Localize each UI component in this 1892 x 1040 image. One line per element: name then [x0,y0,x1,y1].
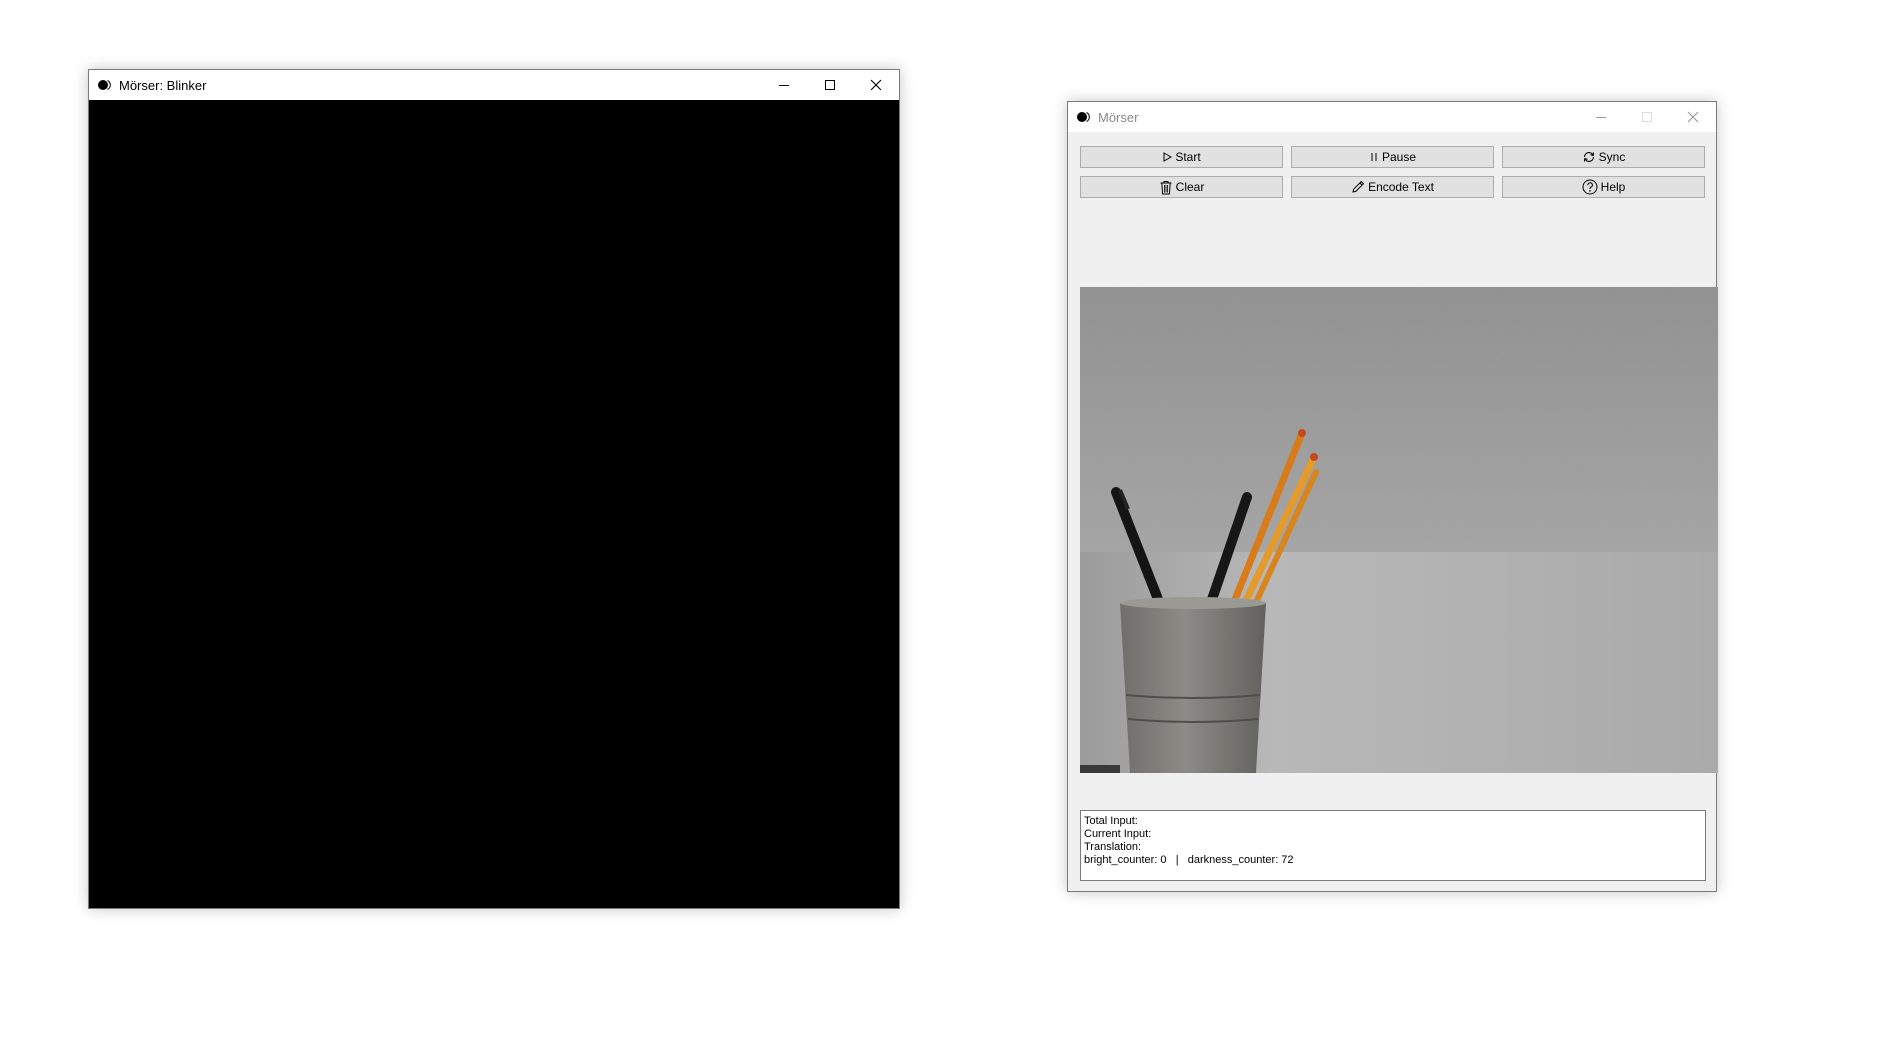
encode-text-button[interactable]: Encode Text [1291,176,1494,198]
camera-frame-image [1080,287,1718,773]
translation-label: Translation: [1084,841,1142,853]
blinker-canvas [89,100,899,908]
start-label: Start [1175,150,1201,164]
close-icon [1687,111,1699,123]
sync-label: Sync [1598,150,1626,164]
minimize-button[interactable] [761,70,807,100]
sync-icon [1583,152,1594,162]
help-label: Help [1600,180,1626,194]
camera-preview [1080,287,1718,773]
maximize-icon [825,80,835,90]
maximize-icon [1642,112,1652,122]
morser-titlebar[interactable]: Mörser [1068,102,1716,132]
blinker-titlebar[interactable]: Mörser: Blinker [89,70,899,100]
blinker-window: Mörser: Blinker [88,69,900,909]
window-title: Mörser [1098,109,1139,125]
encode-text-label: Encode Text [1368,180,1434,194]
morser-window: Mörser Start Pause Sync Clear Encode Tex… [1067,101,1718,892]
maximize-button [1624,102,1670,132]
clear-label: Clear [1175,180,1205,194]
minimize-icon [1596,117,1606,118]
window-title: Mörser: Blinker [119,77,207,93]
close-icon [870,79,882,91]
play-icon [1163,152,1173,162]
help-icon [1582,179,1598,195]
trash-icon [1160,180,1172,194]
maximize-button[interactable] [807,70,853,100]
close-button[interactable] [1670,102,1716,132]
start-button[interactable]: Start [1080,146,1283,168]
minimize-icon [779,85,789,86]
close-button[interactable] [853,70,899,100]
help-button[interactable]: Help [1502,176,1705,198]
minimize-button[interactable] [1578,102,1624,132]
status-panel: Total Input: Current Input: Translation:… [1080,810,1706,881]
app-icon [1077,112,1090,122]
total-input-label: Total Input: [1084,815,1138,827]
pause-label: Pause [1381,150,1417,164]
pause-button[interactable]: Pause [1291,146,1494,168]
app-icon [98,80,111,90]
counters-readout: bright_counter: 0 | darkness_counter: 72 [1084,854,1294,866]
clear-button[interactable]: Clear [1080,176,1283,198]
pencil-icon [1352,180,1365,193]
sync-button[interactable]: Sync [1502,146,1705,168]
current-input-label: Current Input: [1084,828,1152,840]
pause-icon [1371,153,1377,161]
